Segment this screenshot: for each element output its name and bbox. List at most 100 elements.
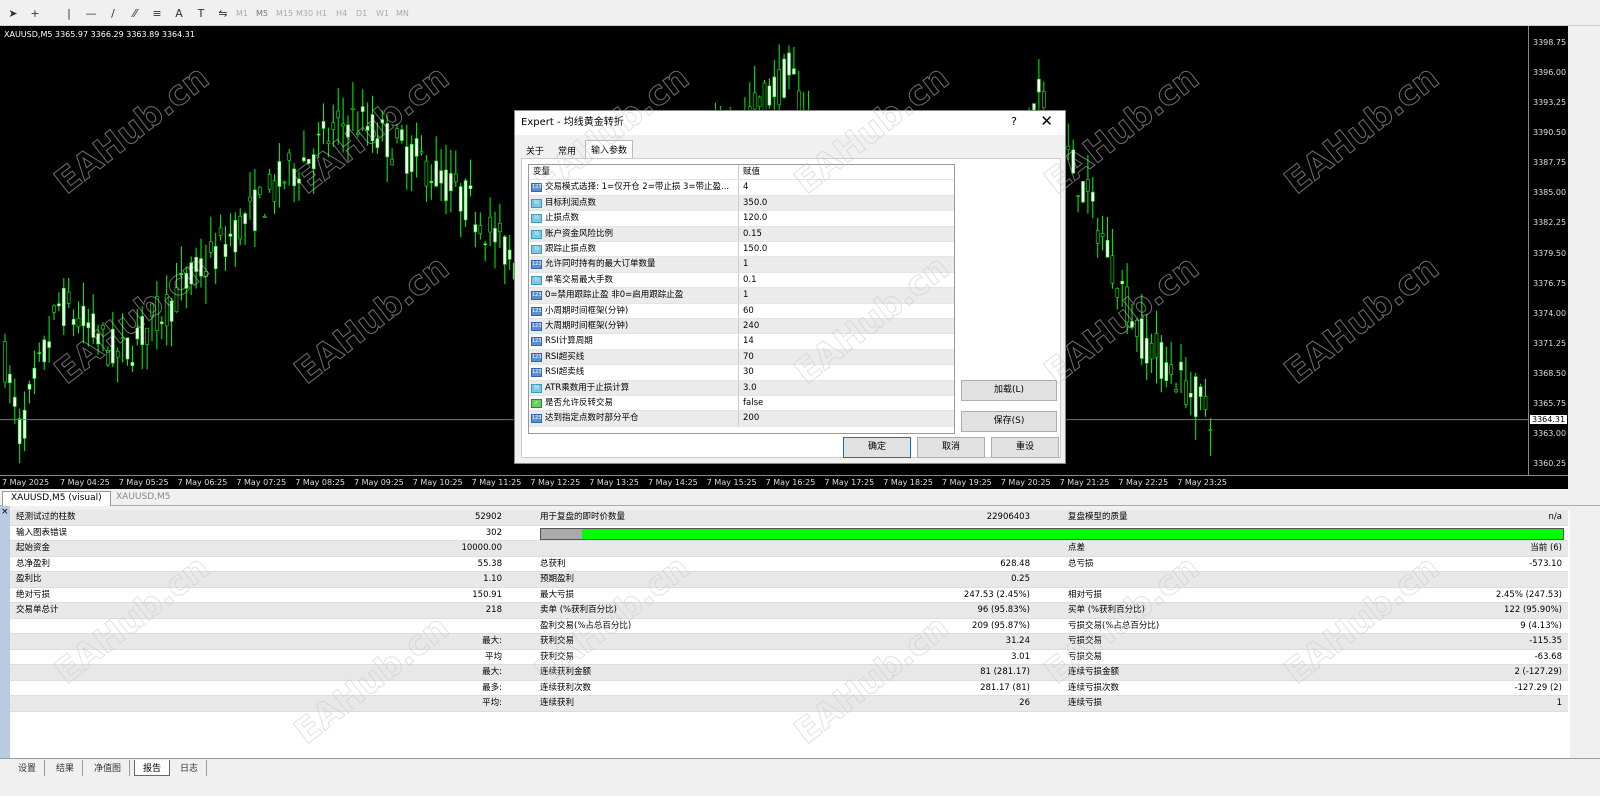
param-row[interactable]: 123 RSI计算周期 14 [529, 334, 954, 350]
trendline-icon[interactable]: / [104, 6, 122, 22]
param-value[interactable]: 14 [743, 334, 754, 349]
timeframe-m1[interactable]: M1 [236, 9, 248, 18]
horizontal-line-icon[interactable]: — [82, 6, 100, 22]
tab-inputs[interactable]: 输入参数 [585, 140, 634, 159]
tab-settings[interactable]: 设置 [10, 760, 46, 776]
column-divider [738, 349, 739, 365]
candle-body [752, 92, 757, 110]
price-axis[interactable]: 3364.31 3398.75 3396.00 3393.25 3390.50 3387… [1528, 26, 1568, 475]
value-header[interactable]: 赋值 [743, 165, 760, 180]
crosshair-icon[interactable]: + [26, 6, 44, 22]
int-type-icon: 123 [531, 306, 542, 316]
param-value[interactable]: 120.0 [743, 211, 767, 226]
param-row[interactable]: ½ 目标利润点数 350.0 [529, 195, 954, 212]
param-row[interactable]: ½ 账户资金风险比例 0.15 [529, 226, 954, 242]
tab-chart[interactable]: XAUUSD,M5 [108, 491, 179, 506]
report-label: 起始资金 [16, 543, 51, 553]
tab-journal[interactable]: 日志 [172, 760, 208, 776]
time-axis[interactable]: 7 May 2025 7 May 04:25 7 May 05:25 7 May 06… [0, 475, 1568, 489]
column-divider [738, 272, 739, 288]
report-value: 218 [485, 605, 502, 615]
save-button[interactable]: 保存(S) [961, 411, 1057, 432]
timeframe-mn[interactable]: MN [396, 9, 409, 18]
param-value[interactable]: 240 [743, 319, 759, 334]
param-value[interactable]: 200 [743, 411, 759, 426]
param-value[interactable]: 1 [743, 288, 748, 303]
param-row[interactable]: ½ 跟踪止损点数 150.0 [529, 242, 954, 258]
tab-results[interactable]: 结果 [48, 760, 84, 776]
price-tick: 3360.25 [1533, 459, 1567, 468]
param-row[interactable]: 123 RSI超买线 70 [529, 349, 954, 366]
cancel-button[interactable]: 取消 [917, 437, 985, 458]
param-row[interactable]: 123 达到指定点数时部分平仓 200 [529, 411, 954, 427]
param-value[interactable]: 70 [743, 350, 754, 365]
candle-body [478, 225, 483, 234]
timeframe-h4[interactable]: H4 [336, 9, 347, 18]
variable-header[interactable]: 变量 [533, 165, 725, 180]
load-button[interactable]: 加载(L) [961, 380, 1057, 401]
timeframe-m30[interactable]: M30 [296, 9, 313, 18]
param-value[interactable]: false [743, 396, 763, 411]
candle-body [106, 350, 110, 366]
candle-body [424, 160, 429, 187]
reset-button[interactable]: 重设 [991, 437, 1059, 458]
column-divider [738, 380, 739, 395]
text-label-icon[interactable]: T [192, 6, 210, 22]
candle-body [1154, 332, 1159, 358]
param-value[interactable]: 1 [743, 257, 748, 272]
timeframe-d1[interactable]: D1 [356, 9, 367, 18]
tab-equity-graph[interactable]: 净值图 [86, 760, 131, 776]
double-type-icon: ½ [531, 214, 542, 224]
param-row[interactable]: 123 RSI超卖线 30 [529, 365, 954, 381]
param-value[interactable]: 30 [743, 365, 754, 380]
param-row[interactable]: ½ 止损点数 120.0 [529, 211, 954, 227]
param-value[interactable]: 0.15 [743, 227, 762, 242]
ok-button[interactable]: 确定 [843, 437, 911, 458]
param-row[interactable]: 123 交易模式选择: 1=仅开仓 2=带止损 3=带止盈... 4 [529, 180, 954, 196]
param-name: 允许同时持有的最大订单数量 [545, 259, 656, 270]
int-type-icon: 123 [531, 260, 542, 270]
timeframe-m15[interactable]: M15 [276, 9, 293, 18]
param-value[interactable]: 0.1 [743, 273, 757, 288]
param-value[interactable]: 3.0 [743, 381, 757, 396]
report-value: 302 [485, 527, 502, 538]
param-row[interactable]: ½ 单笔交易最大手数 0.1 [529, 272, 954, 289]
candle-body [169, 300, 174, 322]
param-value[interactable]: 4 [743, 180, 748, 195]
param-row[interactable]: 123 大周期时间框架(分钟) 240 [529, 319, 954, 335]
report-row: 盈利交易(%占总百分比) 209 (95.87%) 亏损交易(%占总百分比) 9 (4… [10, 619, 1568, 634]
timeframe-m5[interactable]: M5 [256, 9, 268, 18]
param-value[interactable]: 150.0 [743, 242, 767, 257]
param-row[interactable]: 123 小周期时间框架(分钟) 60 [529, 303, 954, 319]
text-icon[interactable]: A [170, 6, 188, 22]
param-row[interactable]: ½ ATR乘数用于止损计算 3.0 [529, 380, 954, 396]
candle-body [155, 296, 159, 331]
fibonacci-icon[interactable]: ⁄⁄ [126, 6, 144, 22]
cursor-icon[interactable]: ➤ [4, 6, 22, 22]
report-value: 209 (95.87%) [972, 620, 1030, 631]
report-label: 最大亏损 [540, 589, 575, 600]
tab-chart-visual[interactable]: XAUUSD,M5 (visual) [2, 491, 111, 506]
time-tick: 7 May 13:25 [589, 478, 639, 487]
param-row[interactable]: 123 0=禁用跟踪止盈 非0=启用跟踪止盈 1 [529, 288, 954, 304]
param-value[interactable]: 350.0 [743, 196, 767, 211]
vertical-line-icon[interactable]: | [60, 6, 78, 22]
arrows-icon[interactable]: ⇋ [214, 6, 232, 22]
candle-body [297, 178, 301, 184]
close-panel-icon[interactable]: × [1, 507, 9, 517]
param-value[interactable]: 60 [743, 304, 754, 319]
help-button[interactable]: ? [1011, 115, 1017, 128]
tab-report[interactable]: 报告 [134, 760, 171, 776]
timeframe-w1[interactable]: W1 [376, 9, 389, 18]
param-row[interactable]: ✓ 是否允许反转交易 false [529, 396, 954, 412]
candle-body [507, 249, 512, 260]
fibo-levels-icon[interactable]: ≡ [148, 6, 166, 22]
tab-about[interactable]: 关于 [521, 142, 549, 159]
timeframe-h1[interactable]: H1 [316, 9, 327, 18]
report-value: 0.25 [1011, 574, 1030, 584]
param-row[interactable]: 123 允许同时持有的最大订单数量 1 [529, 257, 954, 273]
candle-body [1144, 338, 1149, 364]
candle-body [223, 244, 228, 257]
close-button[interactable]: ✕ [1040, 112, 1053, 130]
tab-common[interactable]: 常用 [553, 142, 581, 159]
